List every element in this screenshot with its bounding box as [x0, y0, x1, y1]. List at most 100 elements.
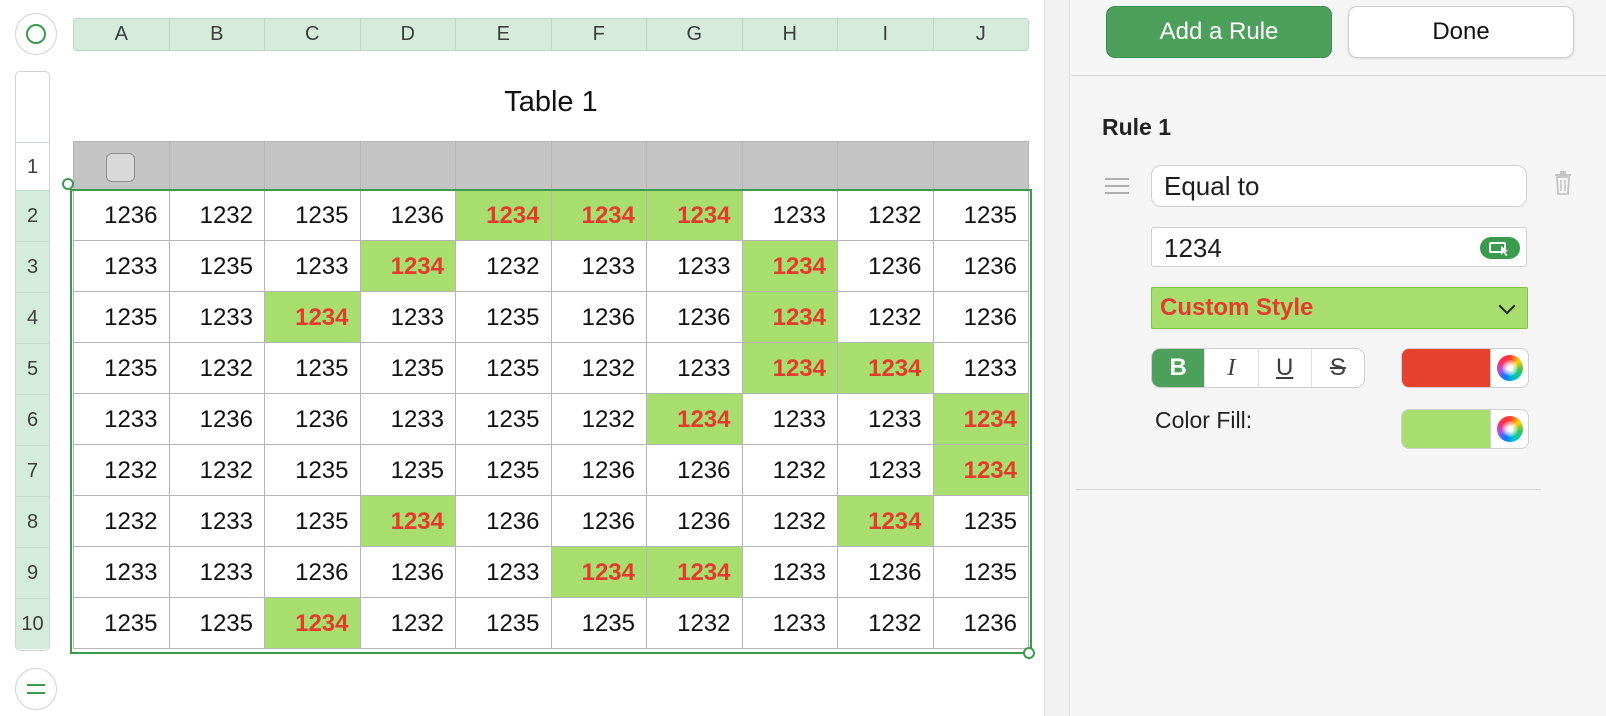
table-cell[interactable]: 1232 [838, 598, 934, 649]
table-cell[interactable]: 1234 [456, 190, 552, 241]
table-cell[interactable]: 1235 [551, 598, 647, 649]
row-header-5[interactable]: 5 [16, 343, 49, 394]
table-cell[interactable]: 1236 [360, 547, 456, 598]
header-cell[interactable] [456, 141, 552, 190]
table-cell[interactable]: 1236 [265, 547, 361, 598]
table-cell[interactable]: 1233 [360, 394, 456, 445]
table-cell[interactable]: 1235 [933, 190, 1029, 241]
table-cell[interactable]: 1234 [647, 190, 743, 241]
table-cell[interactable]: 1235 [456, 292, 552, 343]
row-header-8[interactable]: 8 [16, 496, 49, 547]
table-cell[interactable]: 1235 [265, 445, 361, 496]
table-cell[interactable]: 1232 [742, 496, 838, 547]
table-cell[interactable]: 1233 [360, 292, 456, 343]
trash-icon[interactable] [1553, 170, 1573, 196]
column-header-e[interactable]: E [456, 19, 552, 50]
table-cell[interactable]: 1233 [74, 547, 170, 598]
column-header-h[interactable]: H [743, 19, 838, 50]
row-header-4[interactable]: 4 [16, 292, 49, 343]
table-cell[interactable]: 1234 [551, 547, 647, 598]
column-header-g[interactable]: G [647, 19, 743, 50]
table-cell[interactable]: 1233 [647, 343, 743, 394]
table-cell[interactable]: 1233 [838, 394, 934, 445]
table-cell[interactable]: 1235 [456, 445, 552, 496]
table-cell[interactable]: 1234 [838, 496, 934, 547]
table-cell[interactable]: 1234 [647, 547, 743, 598]
table-cell[interactable]: 1233 [74, 394, 170, 445]
header-checkbox[interactable] [106, 153, 135, 182]
table-cell[interactable]: 1233 [169, 547, 265, 598]
table-cell[interactable]: 1234 [265, 598, 361, 649]
select-table-button[interactable] [15, 13, 57, 55]
table-cell[interactable]: 1235 [933, 496, 1029, 547]
table-cell[interactable]: 1236 [551, 292, 647, 343]
column-header-b[interactable]: B [170, 19, 265, 50]
table-cell[interactable]: 1235 [169, 598, 265, 649]
column-header-c[interactable]: C [265, 19, 361, 50]
table-cell[interactable]: 1233 [742, 394, 838, 445]
table-cell[interactable]: 1235 [74, 598, 170, 649]
table-cell[interactable]: 1234 [647, 394, 743, 445]
table-cell[interactable]: 1232 [551, 394, 647, 445]
column-header-f[interactable]: F [552, 19, 647, 50]
table-cell[interactable]: 1235 [74, 292, 170, 343]
panel-divider[interactable] [1044, 0, 1070, 716]
table-cell[interactable]: 1236 [933, 292, 1029, 343]
table-cell[interactable]: 1233 [933, 343, 1029, 394]
table-cell[interactable]: 1234 [360, 241, 456, 292]
table-cell[interactable]: 1233 [74, 241, 170, 292]
selection-handle-top-left[interactable] [62, 178, 74, 190]
header-cell[interactable] [551, 141, 647, 190]
strikethrough-button[interactable]: S [1312, 349, 1364, 387]
table-cell[interactable]: 1236 [360, 190, 456, 241]
table-cell[interactable]: 1233 [742, 190, 838, 241]
table-cell[interactable]: 1235 [265, 343, 361, 394]
column-header-j[interactable]: J [934, 19, 1029, 50]
condition-select[interactable]: Equal to [1151, 165, 1527, 207]
table-cell[interactable]: 1233 [647, 241, 743, 292]
text-color-swatch[interactable] [1402, 349, 1490, 387]
table-cell[interactable]: 1232 [169, 445, 265, 496]
header-cell[interactable] [647, 141, 743, 190]
table-cell[interactable]: 1236 [838, 547, 934, 598]
table-cell[interactable]: 1235 [360, 343, 456, 394]
row-header-7[interactable]: 7 [16, 445, 49, 496]
column-header-i[interactable]: I [838, 19, 934, 50]
underline-button[interactable]: U [1259, 349, 1312, 387]
table-cell[interactable]: 1235 [265, 496, 361, 547]
table-cell[interactable]: 1232 [551, 343, 647, 394]
bold-button[interactable]: B [1152, 349, 1206, 387]
table-cell[interactable]: 1233 [265, 241, 361, 292]
table-cell[interactable]: 1233 [838, 445, 934, 496]
table-cell[interactable]: 1235 [265, 190, 361, 241]
header-cell[interactable] [742, 141, 838, 190]
table-cell[interactable]: 1232 [74, 496, 170, 547]
fill-color-wheel-button[interactable] [1490, 410, 1528, 448]
table-cell[interactable]: 1235 [169, 241, 265, 292]
selection-handle-bottom-right[interactable] [1023, 647, 1035, 659]
header-cell[interactable] [169, 141, 265, 190]
table-cell[interactable]: 1232 [360, 598, 456, 649]
column-header-d[interactable]: D [361, 19, 456, 50]
add-row-button[interactable] [15, 668, 57, 710]
table-cell[interactable]: 1232 [169, 190, 265, 241]
table-cell[interactable]: 1236 [456, 496, 552, 547]
row-header-2[interactable]: 2 [16, 190, 49, 241]
table-cell[interactable]: 1235 [360, 445, 456, 496]
text-color-wheel-button[interactable] [1490, 349, 1528, 387]
table-cell[interactable]: 1236 [647, 445, 743, 496]
header-cell[interactable] [74, 141, 170, 190]
row-header-3[interactable]: 3 [16, 241, 49, 292]
table-cell[interactable]: 1235 [456, 394, 552, 445]
cell-reference-button[interactable] [1480, 237, 1520, 259]
table-cell[interactable]: 1232 [456, 241, 552, 292]
header-cell[interactable] [360, 141, 456, 190]
table-cell[interactable]: 1233 [169, 496, 265, 547]
table-cell[interactable]: 1236 [933, 241, 1029, 292]
header-cell[interactable] [933, 141, 1029, 190]
table-cell[interactable]: 1236 [933, 598, 1029, 649]
table-cell[interactable]: 1233 [742, 547, 838, 598]
table-cell[interactable]: 1234 [360, 496, 456, 547]
table-cell[interactable]: 1234 [742, 292, 838, 343]
table-cell[interactable]: 1233 [551, 241, 647, 292]
